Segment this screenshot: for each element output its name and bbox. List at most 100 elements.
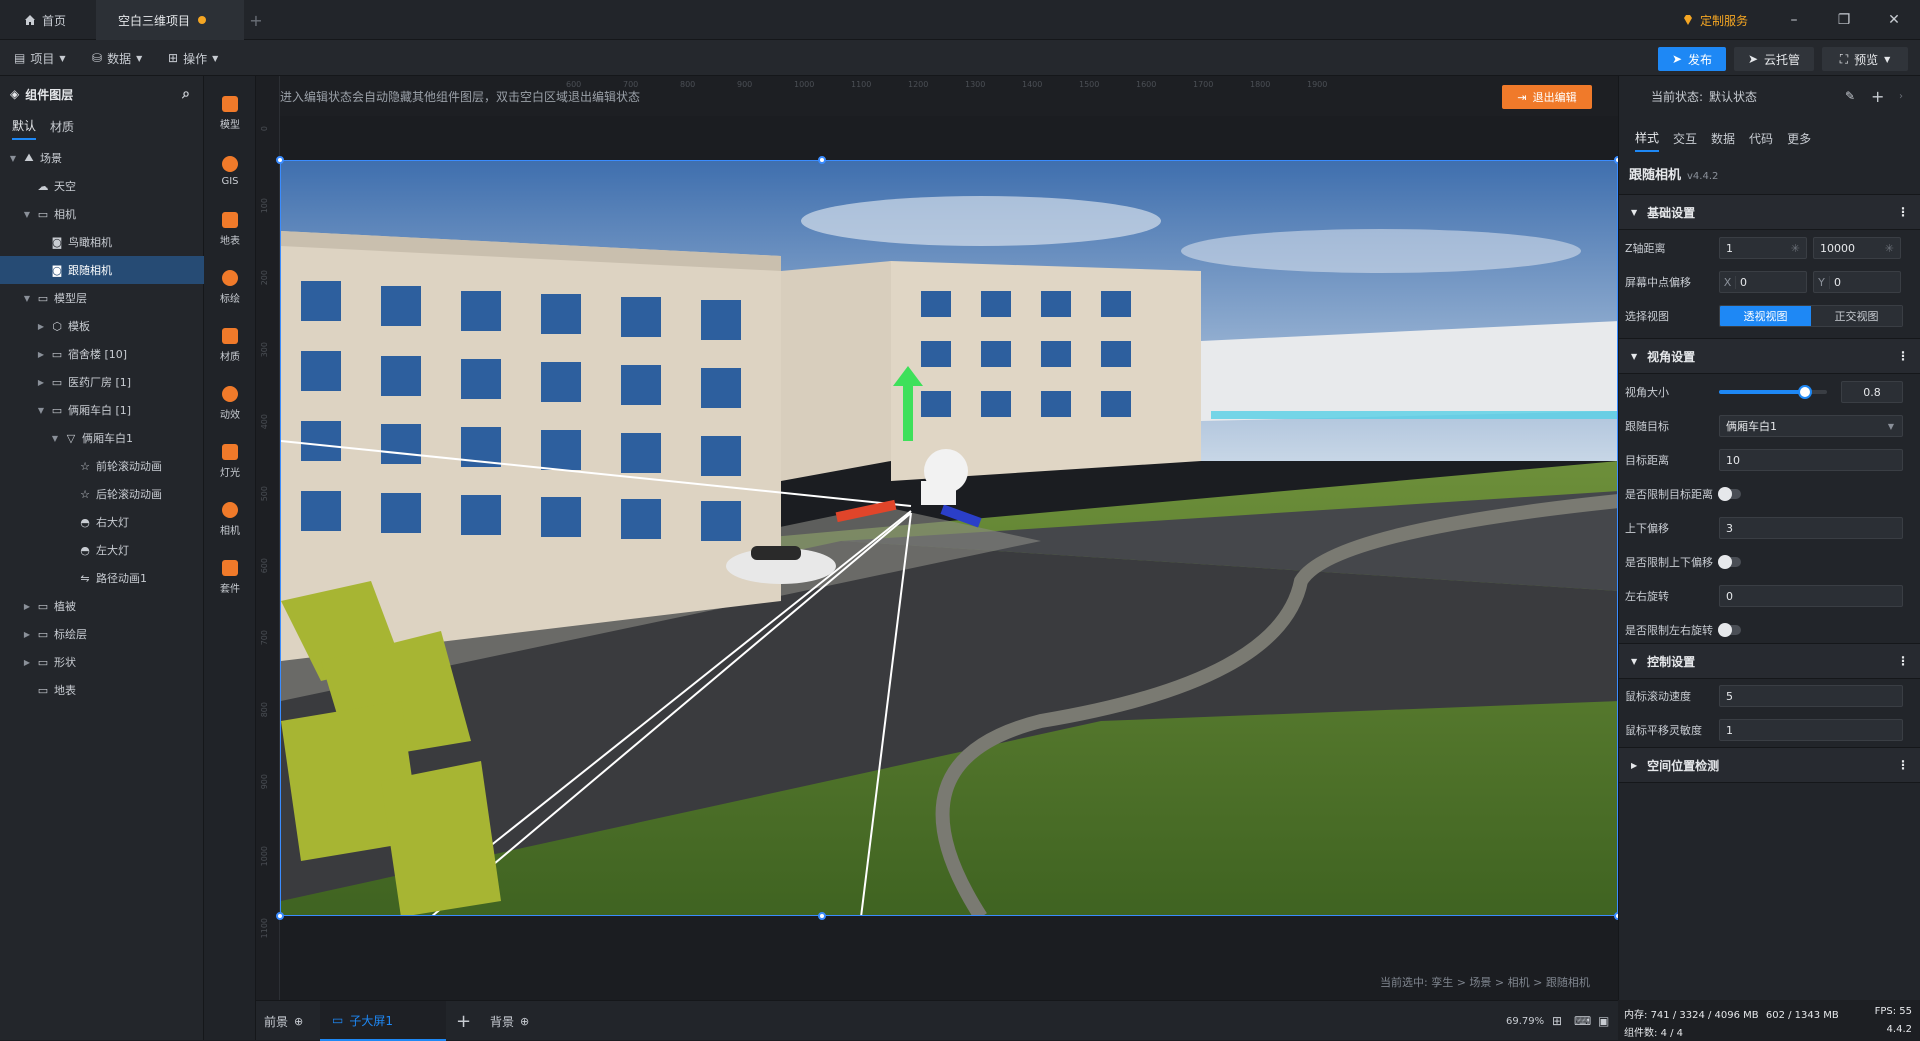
layer-row[interactable]: ☆ 后轮滚动动画 — [0, 480, 204, 508]
caret-down-icon[interactable]: ▼ — [22, 294, 32, 303]
resize-handle-bottom-left[interactable] — [276, 912, 284, 920]
add-circle-icon[interactable]: ⊕ — [294, 1015, 303, 1028]
layer-row[interactable]: ◓ 右大灯 — [0, 508, 204, 536]
cloud-hosting-button[interactable]: ➤ 云托管 — [1734, 47, 1814, 71]
layer-row[interactable]: ▶ ▭ 医药厂房 [1] — [0, 368, 204, 396]
section-space-detect[interactable]: ▶ 空间位置检测 ⋮ — [1619, 747, 1920, 783]
caret-right-icon[interactable]: ▶ — [22, 630, 32, 639]
tab-data[interactable]: 数据 — [1711, 124, 1735, 152]
rotate-input[interactable]: 0 — [1719, 585, 1903, 607]
custom-service-button[interactable]: 定制服务 — [1682, 10, 1748, 30]
caret-down-icon[interactable]: ▼ — [8, 154, 18, 163]
more-icon[interactable]: ⋮ — [1897, 205, 1909, 219]
tab-interaction[interactable]: 交互 — [1673, 124, 1697, 152]
caret-right-icon[interactable]: ▶ — [36, 322, 46, 331]
layer-row[interactable]: ◙ 跟随相机 — [0, 256, 204, 284]
caret-right-icon[interactable]: ▶ — [36, 350, 46, 359]
caret-down-icon[interactable]: ▼ — [36, 406, 46, 415]
category-camera[interactable]: 相机 — [204, 490, 256, 548]
section-control[interactable]: ▼ 控制设置 ⋮ — [1619, 643, 1920, 679]
resize-handle-bottom[interactable] — [818, 912, 826, 920]
target-select[interactable]: 俩厢车白1 ▼ — [1719, 415, 1903, 437]
more-icon[interactable]: ⋮ — [1897, 654, 1909, 668]
pan-sens-input[interactable]: 1 — [1719, 719, 1903, 741]
category-gis[interactable]: GIS — [204, 142, 256, 200]
fit-icon[interactable]: ⊞ — [1552, 1001, 1562, 1041]
caret-down-icon[interactable]: ▼ — [22, 210, 32, 219]
tab-more[interactable]: 更多 — [1787, 124, 1811, 152]
layer-row[interactable]: ▼ ▭ 模型层 — [0, 284, 204, 312]
caret-right-icon[interactable]: ▶ — [22, 658, 32, 667]
layer-row[interactable]: ▼ ▭ 俩厢车白 [1] — [0, 396, 204, 424]
resize-handle-top-left[interactable] — [276, 156, 284, 164]
menu-operation[interactable]: ⊞ 操作 ▼ — [168, 40, 218, 76]
more-icon[interactable]: ⋮ — [1897, 349, 1909, 363]
layer-row[interactable]: ▭ 地表 — [0, 676, 204, 704]
fov-slider[interactable] — [1719, 385, 1827, 399]
layer-row[interactable]: ▶ ▭ 形状 — [0, 648, 204, 676]
search-icon[interactable]: ⌕ — [182, 86, 190, 102]
wheel-speed-input[interactable]: 5 — [1719, 685, 1903, 707]
limit-distance-toggle[interactable] — [1718, 487, 1741, 501]
perspective-option[interactable]: 透视视图 — [1720, 306, 1811, 326]
z-near-input[interactable]: 1 ✳ — [1719, 237, 1807, 259]
caret-down-icon[interactable]: ▼ — [50, 434, 60, 443]
foreground-tab[interactable]: 前景 ⊕ — [264, 1001, 303, 1041]
minimize-button[interactable]: – — [1774, 0, 1814, 40]
caret-right-icon[interactable]: ▶ — [36, 378, 46, 387]
resize-handle-top[interactable] — [818, 156, 826, 164]
layer-row[interactable]: ☁ 天空 — [0, 172, 204, 200]
category-material[interactable]: 材质 — [204, 316, 256, 374]
preview-button[interactable]: ⛶ 预览 ▼ — [1822, 47, 1908, 71]
layer-row[interactable]: ◓ 左大灯 — [0, 536, 204, 564]
caret-right-icon[interactable]: ▶ — [22, 602, 32, 611]
background-tab[interactable]: 背景 ⊕ — [490, 1001, 529, 1041]
chevron-right-icon[interactable]: › — [1899, 91, 1903, 102]
keyboard-icon[interactable]: ⌨ — [1574, 1001, 1591, 1041]
menu-project[interactable]: ▤ 项目 ▼ — [14, 40, 66, 76]
layer-row[interactable]: ☆ 前轮滚动动画 — [0, 452, 204, 480]
tab-default[interactable]: 默认 — [12, 112, 37, 140]
z-far-input[interactable]: 10000 ✳ — [1813, 237, 1901, 259]
section-view[interactable]: ▼ 视角设置 ⋮ — [1619, 338, 1920, 374]
state-value[interactable]: 默认状态 — [1709, 88, 1757, 105]
add-screen-button[interactable]: + — [456, 1001, 471, 1041]
restore-button[interactable]: ❐ — [1824, 0, 1864, 40]
fov-slider-knob[interactable] — [1798, 385, 1813, 399]
limit-vertical-toggle[interactable] — [1718, 555, 1741, 569]
publish-button[interactable]: ➤ 发布 — [1658, 47, 1726, 71]
screen-tab[interactable]: ▭ 子大屏1 — [320, 1001, 446, 1041]
tab-code[interactable]: 代码 — [1749, 124, 1773, 152]
tab-style[interactable]: 样式 — [1635, 124, 1660, 152]
y-offset-input[interactable]: Y0 — [1813, 271, 1901, 293]
layer-row[interactable]: ⇋ 路径动画1 — [0, 564, 204, 592]
layer-row[interactable]: ▼ ▭ 相机 — [0, 200, 204, 228]
limit-rotate-toggle[interactable] — [1718, 623, 1741, 637]
distance-input[interactable]: 10 — [1719, 449, 1903, 471]
layer-row[interactable]: ▶ ▭ 植被 — [0, 592, 204, 620]
category-kit[interactable]: 套件 — [204, 548, 256, 606]
orthographic-option[interactable]: 正交视图 — [1811, 306, 1902, 326]
layer-row[interactable]: ▶ ⬡ 模板 — [0, 312, 204, 340]
layer-row[interactable]: ▼ ⛰ 场景 — [0, 144, 204, 172]
exit-edit-button[interactable]: ⇥ 退出编辑 — [1502, 85, 1592, 109]
vertical-input[interactable]: 3 — [1719, 517, 1903, 539]
category-marker[interactable]: 标绘 — [204, 258, 256, 316]
category-terrain[interactable]: 地表 — [204, 200, 256, 258]
menu-data[interactable]: ⛁ 数据 ▼ — [92, 40, 142, 76]
tab-project[interactable]: 空白三维项目 — [96, 0, 244, 40]
layer-row[interactable]: ▶ ▭ 宿舍楼 [10] — [0, 340, 204, 368]
section-basic[interactable]: ▼ 基础设置 ⋮ — [1619, 194, 1920, 230]
add-circle-icon[interactable]: ⊕ — [520, 1015, 529, 1028]
category-effect[interactable]: 动效 — [204, 374, 256, 432]
layer-row[interactable]: ◙ 鸟瞰相机 — [0, 228, 204, 256]
fov-input[interactable]: 0.8 — [1841, 381, 1903, 403]
plus-icon[interactable]: + — [1871, 87, 1884, 106]
category-light[interactable]: 灯光 — [204, 432, 256, 490]
add-tab-button[interactable]: + — [244, 0, 268, 40]
more-icon[interactable]: ⋮ — [1897, 758, 1909, 772]
edit-icon[interactable]: ✎ — [1845, 89, 1855, 103]
layer-row[interactable]: ▶ ▭ 标绘层 — [0, 620, 204, 648]
terminal-icon[interactable]: ▣ — [1598, 1001, 1609, 1041]
category-model[interactable]: 模型 — [204, 84, 256, 142]
